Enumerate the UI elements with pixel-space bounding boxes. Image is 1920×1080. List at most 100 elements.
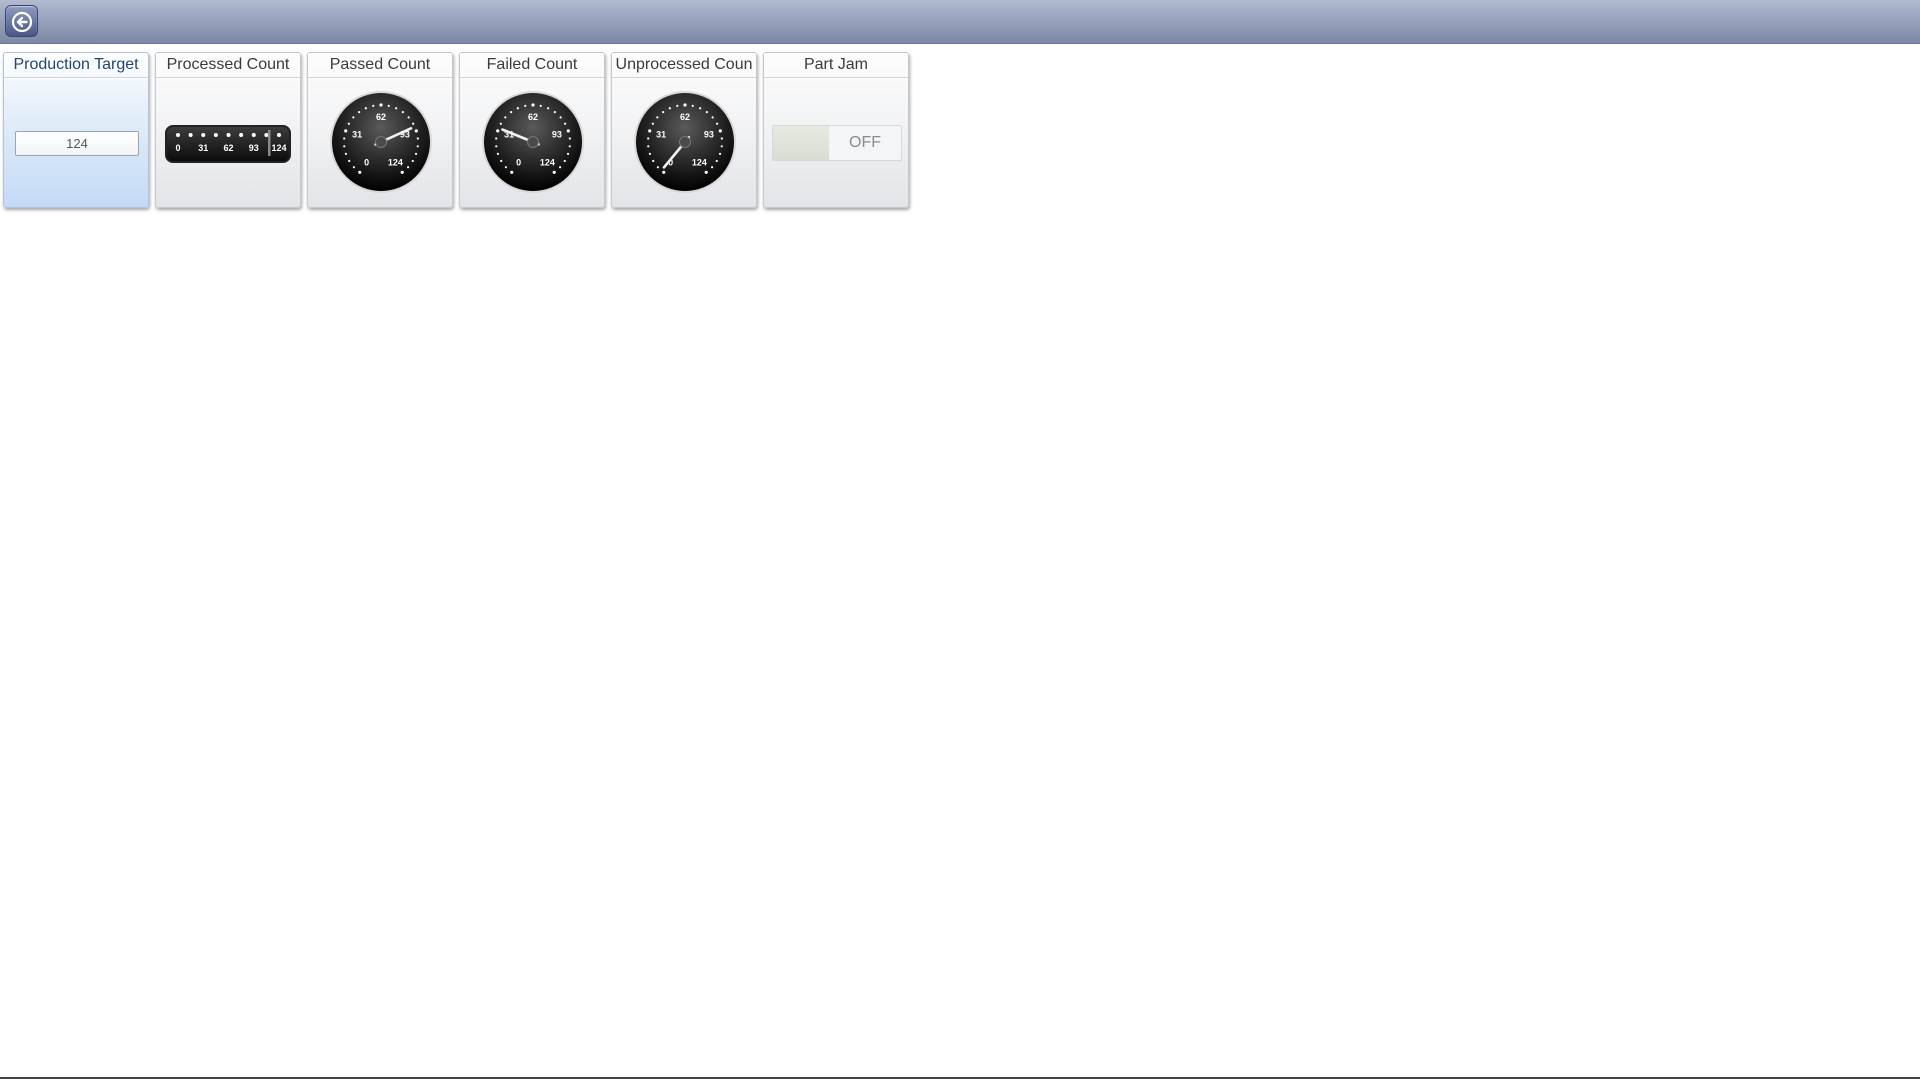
gauge-minor-tick (547, 107, 550, 110)
gauge-tick-label: 124 (540, 157, 555, 167)
gauge-tick-label: 31 (352, 129, 362, 139)
linear-gauge-tick (264, 133, 269, 137)
unprocessed-count-gauge: 0316293124 (634, 91, 736, 193)
gauge-hub (527, 136, 539, 148)
gauge-minor-tick (347, 122, 350, 125)
gauge-minor-tick (358, 111, 361, 114)
gauge-minor-tick (662, 111, 665, 114)
gauge-minor-tick (407, 166, 410, 169)
gauge-minor-tick (716, 122, 719, 125)
gauge-minor-tick (668, 107, 671, 110)
linear-gauge-tick-label: 62 (223, 143, 233, 153)
panel-title: Passed Count (308, 53, 452, 78)
toggle-knob[interactable] (773, 126, 829, 160)
gauge-minor-tick (715, 159, 718, 163)
gauge-minor-tick (566, 152, 570, 155)
gauge-tick-label: 62 (528, 112, 538, 122)
linear-gauge-tick-label: 0 (175, 143, 180, 153)
bottom-border (0, 1077, 1920, 1079)
gauge-minor-tick (699, 107, 702, 110)
passed-count-panel: Passed Count 0 31 62 93 124 (307, 52, 453, 208)
gauge-major-tick (718, 129, 722, 133)
gauge-minor-tick (348, 159, 351, 163)
gauge-minor-tick (647, 145, 650, 148)
gauge-minor-tick (416, 145, 419, 148)
panel-title: Unprocessed Coun (612, 53, 756, 78)
gauge-major-tick (683, 103, 687, 107)
gauge-minor-tick (504, 116, 507, 119)
gauge-hub (375, 136, 387, 148)
linear-gauge-tick (213, 133, 218, 137)
linear-gauge-tick-label: 124 (271, 143, 286, 153)
part-jam-toggle[interactable]: OFF (772, 125, 902, 161)
unprocessed-count-panel: Unprocessed Coun 0 31 62 93 124 (611, 52, 757, 208)
gauge-minor-tick (559, 116, 562, 119)
arrow-left-circle-icon (11, 11, 33, 33)
linear-gauge-tick (201, 133, 206, 137)
gauge-minor-tick (691, 104, 694, 107)
gauge-major-tick (662, 170, 666, 174)
gauge-minor-tick (656, 116, 659, 119)
gauge-tick-label: 124 (388, 157, 403, 167)
production-target-panel: Production Target 124 (3, 52, 149, 208)
gauge-minor-tick (414, 152, 418, 155)
gauge-major-tick (400, 170, 404, 174)
gauge-minor-tick (364, 107, 367, 110)
gauge-minor-tick (705, 111, 708, 114)
gauge-minor-tick (539, 104, 542, 107)
processed-count-linear-gauge: 0 31 62 93 124 (165, 125, 291, 163)
gauge-minor-tick (564, 122, 567, 125)
gauge-tick-label: 124 (692, 157, 707, 167)
panel-title: Processed Count (156, 53, 300, 78)
gauge-major-tick (566, 129, 570, 133)
gauge-minor-tick (343, 137, 346, 140)
gauge-minor-tick (676, 104, 679, 107)
gauge-major-tick (358, 170, 362, 174)
gauge-minor-tick (401, 111, 404, 114)
gauge-minor-tick (720, 137, 723, 140)
gauge-hub (679, 136, 691, 148)
linear-gauge-tick (239, 133, 244, 137)
gauge-minor-tick (652, 159, 655, 163)
gauge-major-tick (379, 103, 383, 107)
gauge-minor-tick (372, 104, 375, 107)
gauge-minor-tick (352, 116, 355, 119)
gauge-minor-tick (504, 166, 507, 169)
linear-gauge-pointer (268, 130, 271, 156)
back-button[interactable] (5, 5, 38, 37)
gauge-minor-tick (711, 166, 714, 169)
failed-count-panel: Failed Count 0 31 62 93 124 (459, 52, 605, 208)
part-jam-panel: Part Jam OFF (763, 52, 909, 208)
gauge-minor-tick (395, 107, 398, 110)
panel-title: Failed Count (460, 53, 604, 78)
linear-gauge-face: 0 31 62 93 124 (175, 130, 287, 156)
gauge-minor-tick (387, 104, 390, 107)
processed-count-panel: Processed Count 0 31 62 93 124 (155, 52, 301, 208)
gauge-minor-tick (496, 152, 500, 155)
gauge-major-tick (704, 170, 708, 174)
gauge-minor-tick (568, 137, 571, 140)
gauge-tick-label: 93 (704, 129, 714, 139)
gauge-minor-tick (647, 137, 650, 140)
gauge-tick-label: 62 (376, 112, 386, 122)
gauge-major-tick (414, 129, 418, 133)
gauge-minor-tick (648, 152, 652, 155)
gauge-major-tick (344, 129, 348, 133)
linear-gauge-tick (277, 133, 281, 137)
gauge-minor-tick (416, 137, 419, 140)
gauge-minor-tick (407, 116, 410, 119)
production-target-input[interactable]: 124 (15, 131, 139, 156)
gauge-minor-tick (651, 122, 654, 125)
top-toolbar (0, 0, 1920, 44)
linear-gauge-tick-label: 93 (249, 143, 259, 153)
gauge-minor-tick (500, 159, 503, 163)
passed-count-gauge: 0316293124 (330, 91, 432, 193)
linear-gauge-tick (251, 133, 256, 137)
gauge-major-tick (531, 103, 535, 107)
gauge-minor-tick (553, 111, 556, 114)
gauge-minor-tick (495, 145, 498, 148)
linear-gauge-tick (176, 133, 180, 137)
gauge-minor-tick (711, 116, 714, 119)
gauge-minor-tick (568, 145, 571, 148)
linear-gauge-tick (188, 133, 193, 137)
